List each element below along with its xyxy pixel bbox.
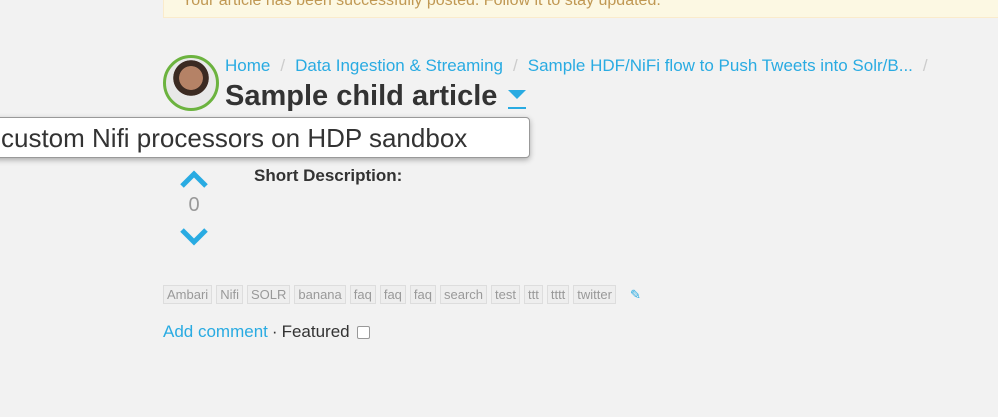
breadcrumb-category[interactable]: Data Ingestion & Streaming — [295, 56, 503, 75]
tag[interactable]: ttt — [524, 285, 543, 304]
breadcrumb-home[interactable]: Home — [225, 56, 270, 75]
short-description-label: Short Description: — [254, 166, 403, 185]
separator: · — [271, 322, 278, 341]
article-footer: Add comment · Featured — [163, 322, 370, 342]
tag[interactable]: SOLR — [246, 285, 291, 304]
tag[interactable]: faq — [349, 285, 376, 304]
page-title: Sample child article — [225, 80, 498, 112]
featured-checkbox[interactable] — [356, 325, 370, 339]
breadcrumb-parent-article[interactable]: Sample HDF/NiFi flow to Push Tweets into… — [528, 56, 913, 75]
tag[interactable]: Ambari — [163, 285, 213, 304]
tag[interactable]: faq — [379, 285, 406, 304]
author-avatar[interactable] — [163, 55, 219, 111]
tag-list: Ambari Nifi SOLR banana faq faq faq sear… — [163, 285, 641, 304]
vote-count: 0 — [188, 194, 200, 216]
breadcrumb-separator: / — [280, 56, 286, 75]
upvote-icon[interactable] — [178, 168, 210, 190]
tooltip: custom Nifi processors on HDP sandbox — [0, 117, 530, 158]
breadcrumb: Home / Data Ingestion & Streaming / Sample H… — [225, 56, 938, 76]
tag[interactable]: tttt — [546, 285, 570, 304]
breadcrumb-separator: / — [922, 56, 928, 75]
featured-label: Featured — [281, 322, 350, 341]
downvote-icon[interactable] — [178, 226, 210, 248]
caret-down-icon[interactable] — [508, 90, 526, 99]
tag[interactable]: search — [440, 285, 488, 304]
tag[interactable]: twitter — [573, 285, 616, 304]
breadcrumb-separator: / — [513, 56, 518, 75]
success-banner: Your article has been successfully poste… — [163, 0, 998, 18]
add-comment-link[interactable]: Add comment — [163, 322, 268, 342]
tag[interactable]: Nifi — [216, 285, 243, 304]
tag[interactable]: banana — [294, 285, 346, 304]
caret-underline — [508, 107, 526, 109]
edit-tags-icon[interactable]: ✎ — [630, 287, 641, 303]
tag[interactable]: test — [491, 285, 520, 304]
tag[interactable]: faq — [409, 285, 436, 304]
